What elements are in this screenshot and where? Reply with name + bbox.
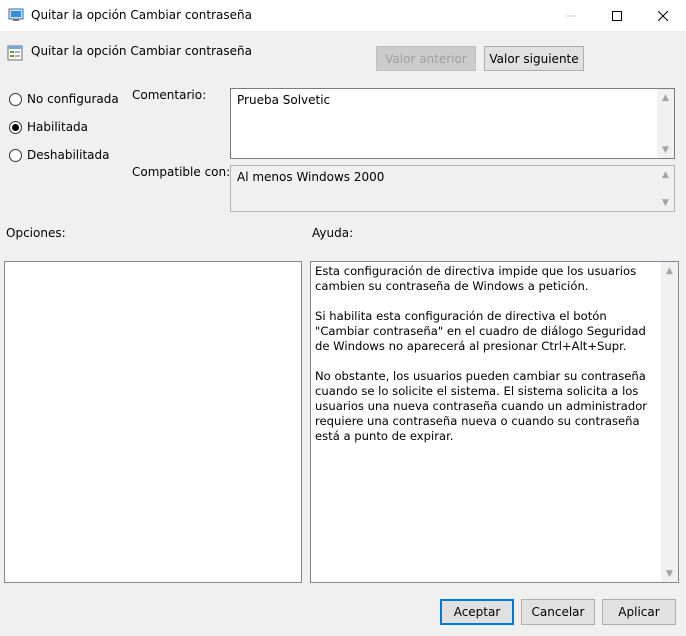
help-scrollbar[interactable]: ▲ ▼ — [661, 262, 678, 582]
apply-button[interactable]: Aplicar — [602, 599, 676, 625]
comment-label: Comentario: — [132, 88, 207, 102]
comment-textarea[interactable]: Prueba Solvetic ▲ ▼ — [230, 88, 675, 159]
options-panel — [4, 261, 302, 583]
radio-circle-selected[interactable] — [9, 120, 22, 134]
supported-value: Al menos Windows 2000 — [237, 170, 385, 184]
policy-icon — [7, 45, 23, 61]
comment-value: Prueba Solvetic — [237, 93, 331, 107]
options-label: Opciones: — [6, 226, 66, 240]
comment-scrollbar[interactable]: ▲ ▼ — [657, 89, 674, 158]
window-title: Quitar la opción Cambiar contraseña — [31, 8, 252, 22]
supported-scrollbar[interactable]: ▲ ▼ — [657, 166, 674, 211]
scroll-down-icon[interactable]: ▼ — [661, 565, 678, 582]
help-paragraph: No obstante, los usuarios pueden cambiar… — [315, 369, 648, 443]
help-label: Ayuda: — [312, 226, 354, 240]
radio-not-configured[interactable]: No configurada — [9, 92, 119, 106]
scroll-up-icon[interactable]: ▲ — [657, 166, 674, 183]
help-paragraph: Si habilita esta configuración de direct… — [315, 309, 646, 353]
help-panel[interactable]: Esta configuración de directiva impide q… — [310, 261, 679, 583]
scroll-up-icon[interactable]: ▲ — [657, 89, 674, 106]
help-paragraph: Esta configuración de directiva impide q… — [315, 264, 637, 293]
supported-label: Compatible con: — [132, 165, 231, 179]
minimize-button[interactable] — [548, 0, 594, 31]
radio-enabled[interactable]: Habilitada — [9, 120, 88, 134]
radio-circle[interactable] — [9, 92, 22, 106]
scroll-up-icon[interactable]: ▲ — [661, 262, 678, 279]
help-text: Esta configuración de directiva impide q… — [315, 264, 657, 459]
close-button[interactable] — [640, 0, 686, 31]
scroll-down-icon[interactable]: ▼ — [657, 141, 674, 158]
cancel-button[interactable]: Cancelar — [521, 599, 595, 625]
supported-field: Al menos Windows 2000 ▲ ▼ — [230, 165, 675, 212]
previous-setting-button[interactable]: Valor anterior — [376, 46, 476, 71]
minimize-icon — [566, 15, 576, 16]
title-bar[interactable]: Quitar la opción Cambiar contraseña — [0, 0, 686, 31]
scroll-down-icon[interactable]: ▼ — [657, 194, 674, 211]
close-icon — [658, 10, 668, 21]
policy-title: Quitar la opción Cambiar contraseña — [31, 44, 252, 58]
app-icon — [8, 7, 24, 23]
ok-button[interactable]: Aceptar — [440, 599, 514, 625]
radio-circle[interactable] — [9, 148, 22, 162]
radio-disabled[interactable]: Deshabilitada — [9, 148, 109, 162]
radio-dot — [12, 123, 19, 131]
maximize-button[interactable] — [594, 0, 640, 31]
next-setting-button[interactable]: Valor siguiente — [484, 46, 584, 71]
maximize-icon — [612, 10, 622, 21]
